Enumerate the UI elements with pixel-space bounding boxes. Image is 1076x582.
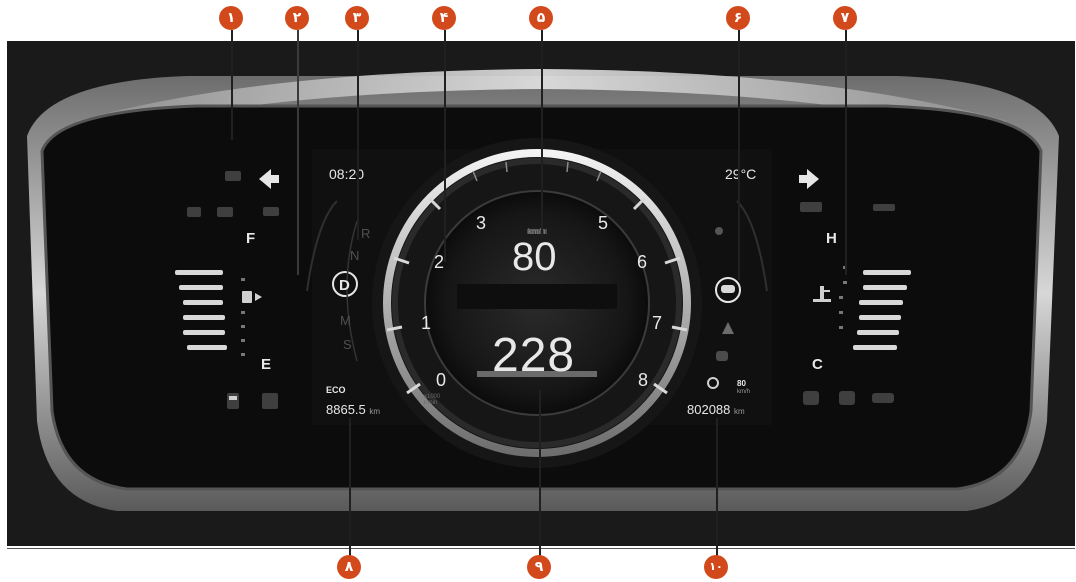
odometer-value: 802088 <box>687 402 731 417</box>
gear-d: D <box>339 277 350 294</box>
callout-8: ٨ <box>337 555 361 579</box>
tach-number-6: 6 <box>637 252 648 272</box>
leader-line-10 <box>716 418 718 562</box>
figure-bottom-rule <box>7 548 1075 549</box>
gear-s: S <box>343 337 352 352</box>
tach-number-0: 0 <box>436 370 447 390</box>
odometer-unit: km <box>734 407 745 416</box>
leader-line-2 <box>297 30 299 275</box>
leader-line-3 <box>357 30 359 240</box>
callout-6: ۶ <box>726 6 750 30</box>
gear-n: N <box>350 248 360 263</box>
range-readout: 228 <box>492 329 576 382</box>
temperature-text: 29°C <box>725 166 757 182</box>
fuel-empty-label: E <box>261 356 272 373</box>
leader-line-7 <box>845 30 847 275</box>
speed-limit-value: 80 <box>737 379 746 388</box>
leader-line-6 <box>738 30 740 280</box>
leader-line-1 <box>231 30 233 140</box>
trip-value: 8865.5 <box>326 402 366 417</box>
trip-unit: km <box>369 407 381 416</box>
callout-1: ١ <box>219 6 243 30</box>
temp-cold-label: C <box>812 356 823 373</box>
gear-m: M <box>340 313 351 328</box>
tach-number-2: 2 <box>434 252 445 272</box>
tach-number-5: 5 <box>598 213 609 233</box>
leader-line-8 <box>349 418 351 562</box>
leader-line-9 <box>539 390 541 562</box>
trip-readout: 8865.5 km <box>326 402 380 417</box>
tach-number-1: 1 <box>421 313 432 333</box>
callout-2: ٢ <box>285 6 309 30</box>
callout-5: ۵ <box>529 6 553 30</box>
leader-line-5 <box>541 30 543 235</box>
callout-9: ٩ <box>527 555 551 579</box>
temp-hot-label: H <box>826 230 837 247</box>
speed-limit-unit: km/h <box>737 389 751 395</box>
leader-line-4 <box>444 30 446 262</box>
speed-readout: 80 <box>512 235 557 279</box>
callout-7: ٧ <box>833 6 857 30</box>
callout-4: ۴ <box>432 6 456 30</box>
tach-number-8: 8 <box>638 370 649 390</box>
gear-r: R <box>361 226 371 241</box>
fuel-full-label: F <box>246 230 256 247</box>
tach-number-3: 3 <box>476 213 487 233</box>
tach-number-7: 7 <box>652 313 663 333</box>
callout-10: ١٠ <box>704 555 728 579</box>
callout-3: ٣ <box>345 6 369 30</box>
tach-unit-label: x1000 r/min <box>424 394 441 406</box>
odometer-readout: 802088 km <box>687 402 745 417</box>
eco-label: ECO <box>326 385 346 395</box>
